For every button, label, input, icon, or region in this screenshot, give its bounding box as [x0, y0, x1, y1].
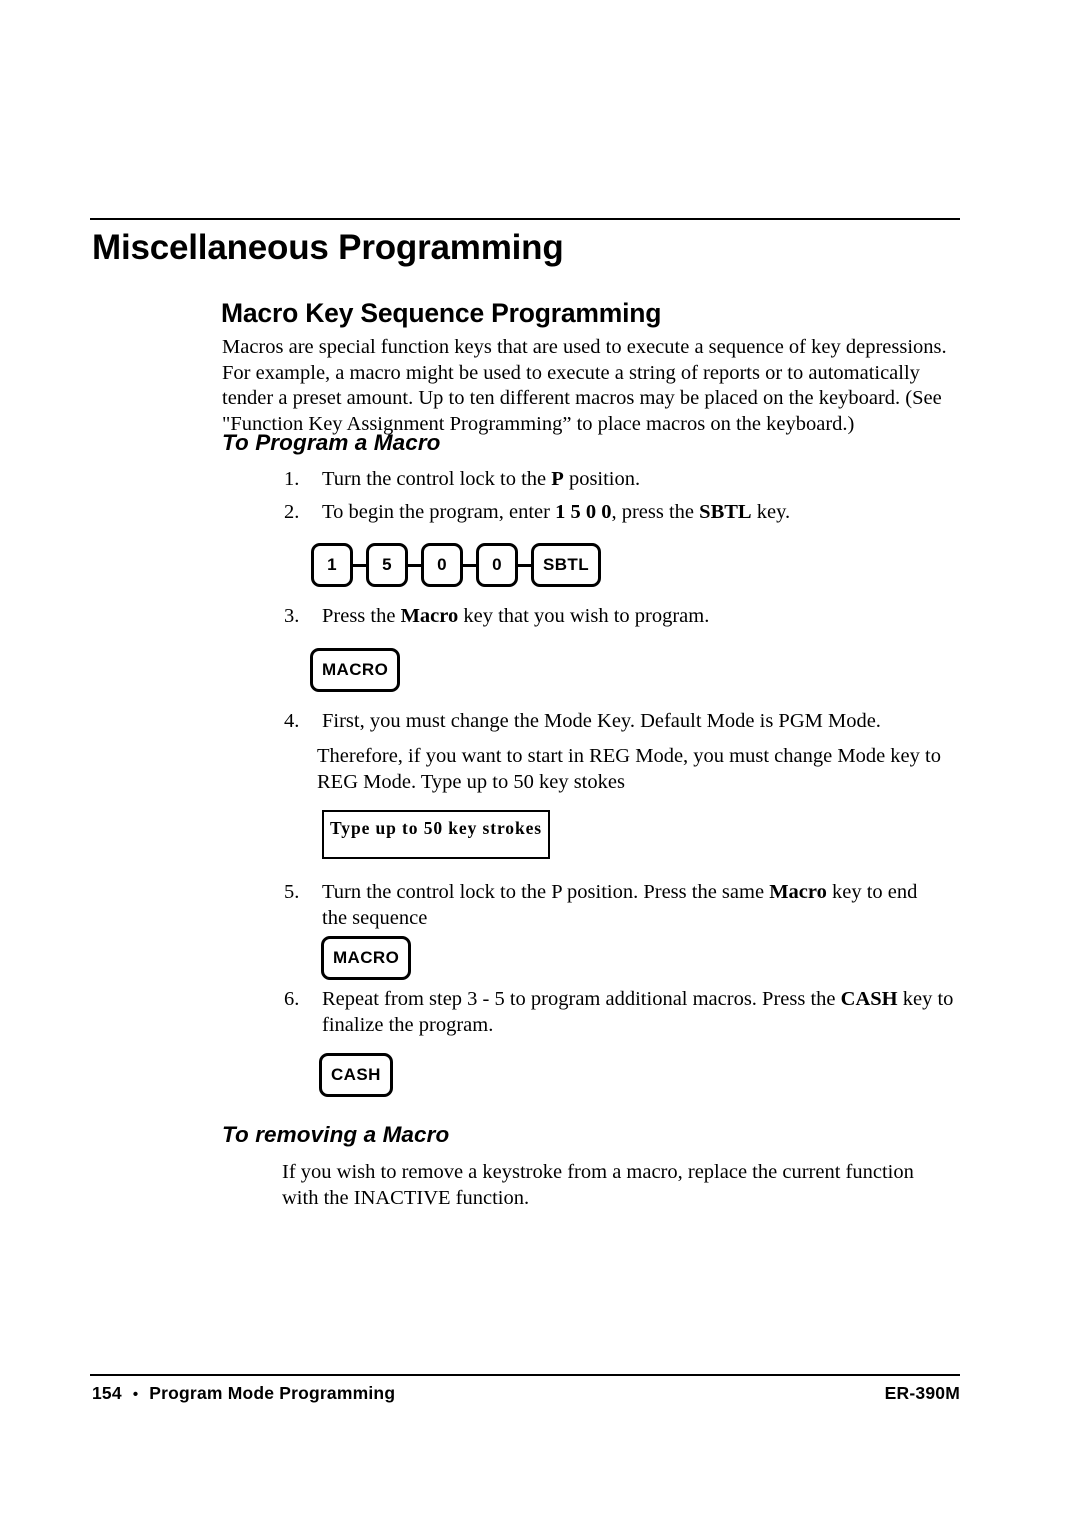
step-text-after: key that you wish to program. — [458, 605, 710, 627]
step-item: 6. Repeat from step 3 - 5 to program add… — [284, 987, 954, 1038]
key-sbtl: SBTL — [531, 543, 601, 587]
header-rule — [90, 218, 960, 220]
step-number: 3. — [284, 605, 300, 627]
footer-left: 154 • Program Mode Programming — [92, 1383, 395, 1404]
step-number: 6. — [284, 988, 300, 1010]
step-text: Repeat from step 3 - 5 to program additi… — [322, 987, 954, 1038]
step-4-continuation: Therefore, if you want to start in REG M… — [317, 745, 941, 793]
key-connector — [353, 563, 366, 567]
step-text-bold: CASH — [840, 988, 898, 1010]
document-page: Miscellaneous Programming Macro Key Sequ… — [0, 0, 1080, 1528]
type-keystrokes-label: Type up to 50 key strokes — [330, 818, 542, 838]
chapter-title: Miscellaneous Programming — [92, 228, 564, 267]
step-text-bold: P — [551, 468, 564, 490]
step-text: Turn the control lock to the P position.… — [322, 880, 944, 931]
step-text-bold: 1 5 0 0 — [555, 501, 612, 523]
section-heading: Macro Key Sequence Programming — [221, 298, 662, 328]
footer-bullet-icon: • — [132, 1386, 139, 1403]
key-diagram-macro-second: MACRO — [321, 936, 412, 980]
key-macro: MACRO — [310, 648, 401, 692]
step-item: 2. To begin the program, enter 1 5 0 0, … — [284, 500, 924, 526]
key-connector — [408, 563, 421, 567]
step-text: Press the Macro key that you wish to pro… — [322, 604, 924, 630]
key-connector — [518, 563, 531, 567]
step-text: To begin the program, enter 1 5 0 0, pre… — [322, 500, 924, 526]
key-sequence-diagram: 1 5 0 0 SBTL — [311, 543, 601, 587]
step-text-before: Turn the control lock to the P position.… — [322, 881, 770, 903]
step-text-before: Turn the control lock to the — [322, 468, 552, 490]
type-keystrokes-box: Type up to 50 key strokes — [322, 810, 550, 859]
step-number: 2. — [284, 501, 300, 523]
step-text-after: position. — [563, 468, 641, 490]
step-number: 4. — [284, 710, 300, 732]
key-connector — [463, 563, 476, 567]
step-item: 3. Press the Macro key that you wish to … — [284, 604, 924, 630]
step-text-bold: Macro — [769, 881, 827, 903]
key-1: 1 — [311, 543, 353, 587]
step-text-mid: , press the — [611, 501, 700, 523]
step-text-bold: Macro — [400, 605, 459, 627]
footer-section-label: Program Mode Programming — [149, 1383, 396, 1403]
step-item: 4. First, you must change the Mode Key. … — [284, 709, 944, 735]
subheading-to-program-a-macro: To Program a Macro — [222, 430, 441, 455]
step-text-bold-2: SBTL — [699, 501, 752, 523]
step-text-before: To begin the program, enter — [322, 501, 556, 523]
step-text-before: Press the — [322, 605, 401, 627]
step-text-before: Repeat from step 3 - 5 to program additi… — [322, 988, 841, 1010]
key-5: 5 — [366, 543, 408, 587]
key-macro: MACRO — [321, 936, 412, 980]
key-diagram-macro-first: MACRO — [310, 648, 401, 692]
footer-page-number: 154 — [92, 1383, 122, 1403]
key-cash: CASH — [319, 1053, 393, 1097]
key-0-second: 0 — [476, 543, 518, 587]
step-number: 1. — [284, 468, 300, 490]
key-diagram-cash: CASH — [319, 1053, 393, 1097]
key-0-first: 0 — [421, 543, 463, 587]
step-item: 5. Turn the control lock to the P positi… — [284, 880, 944, 931]
step-text-after: key. — [751, 501, 791, 523]
intro-paragraph: Macros are special function keys that ar… — [222, 336, 947, 435]
to-removing-a-macro-body: If you wish to remove a keystroke from a… — [282, 1161, 914, 1209]
step-number: 5. — [284, 881, 300, 903]
footer-rule — [90, 1374, 960, 1376]
step-text: First, you must change the Mode Key. Def… — [322, 710, 881, 732]
subheading-to-removing-a-macro: To removing a Macro — [222, 1122, 450, 1147]
step-text: Turn the control lock to the P position. — [322, 467, 924, 493]
footer-model: ER-390M — [884, 1383, 960, 1403]
step-item: 1. Turn the control lock to the P positi… — [284, 467, 924, 493]
